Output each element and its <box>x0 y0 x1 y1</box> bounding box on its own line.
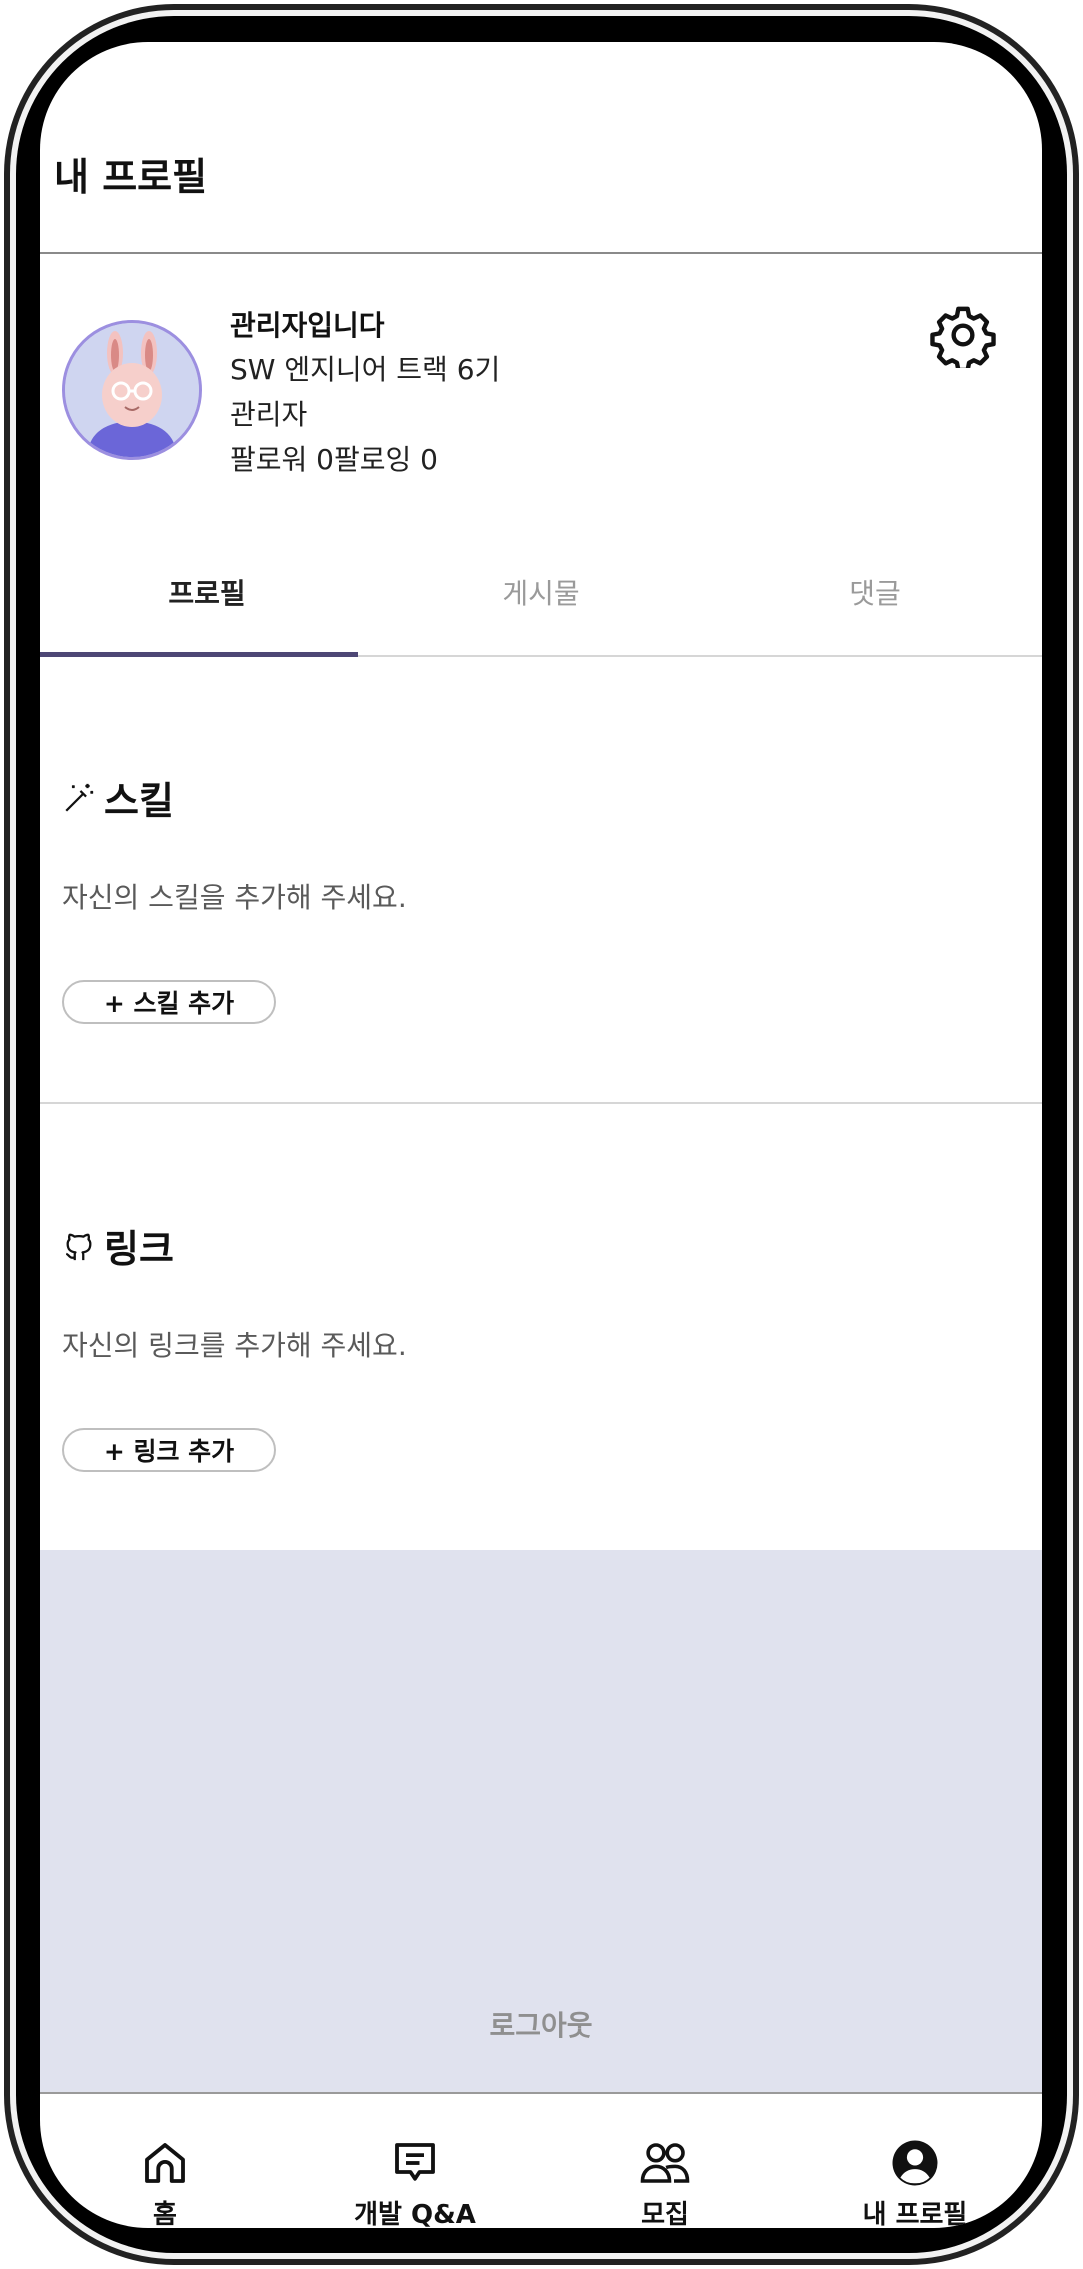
profile-role: 관리자 <box>230 398 308 431</box>
header-divider <box>40 252 1042 254</box>
avatar <box>62 320 202 460</box>
tab-posts[interactable]: 게시물 <box>374 572 708 612</box>
links-description: 자신의 링크를 추가해 주세요. <box>62 1329 407 1362</box>
nav-label-recruit: 모집 <box>641 2200 689 2228</box>
skills-title-text: 스킬 <box>104 779 174 823</box>
app-screen: 내 프로필 관리자입니다 SW 엔지니어 트랙 6기 관리자 팔로워 0팔로잉 … <box>40 42 1042 2228</box>
settings-gear-icon[interactable] <box>930 302 996 373</box>
device-frame: 내 프로필 관리자입니다 SW 엔지니어 트랙 6기 관리자 팔로워 0팔로잉 … <box>0 0 1083 2269</box>
github-icon <box>65 1233 92 1260</box>
skills-description: 자신의 스킬을 추가해 주세요. <box>62 881 407 914</box>
people-icon <box>640 2143 690 2183</box>
nav-item-recruit[interactable]: 모집 <box>540 2136 790 2228</box>
nav-item-my-profile[interactable]: 내 프로필 <box>790 2136 1040 2228</box>
nav-label-home: 홈 <box>153 2200 177 2228</box>
nav-item-home[interactable]: 홈 <box>40 2136 290 2228</box>
magic-wand-icon <box>65 783 94 812</box>
bottom-nav-divider <box>40 2092 1042 2094</box>
rabbit-avatar-icon <box>65 323 199 457</box>
profile-follow-counts[interactable]: 팔로워 0팔로잉 0 <box>230 438 438 478</box>
nav-label-my-profile: 내 프로필 <box>862 2200 968 2228</box>
nav-item-dev-qa[interactable]: 개발 Q&A <box>290 2136 540 2228</box>
skills-section-title: 스킬 <box>62 770 174 825</box>
home-icon <box>145 2143 185 2183</box>
profile-track: SW 엔지니어 트랙 6기 <box>230 353 501 386</box>
nav-label-dev-qa: 개발 Q&A <box>354 2200 476 2228</box>
page-title: 내 프로필 <box>54 155 208 199</box>
add-link-button[interactable]: + 링크 추가 <box>62 1428 276 1472</box>
logout-button[interactable]: 로그아웃 <box>40 2004 1042 2044</box>
tab-comments[interactable]: 댓글 <box>708 572 1042 612</box>
chat-icon <box>395 2143 435 2181</box>
user-icon <box>892 2140 938 2186</box>
add-skill-button[interactable]: + 스킬 추가 <box>62 980 276 1024</box>
links-title-text: 링크 <box>104 1227 174 1271</box>
profile-name: 관리자입니다 <box>230 309 385 342</box>
tab-profile[interactable]: 프로필 <box>40 572 374 612</box>
links-section-title: 링크 <box>62 1218 174 1273</box>
section-divider <box>40 1102 1042 1104</box>
tab-active-indicator <box>40 652 358 657</box>
